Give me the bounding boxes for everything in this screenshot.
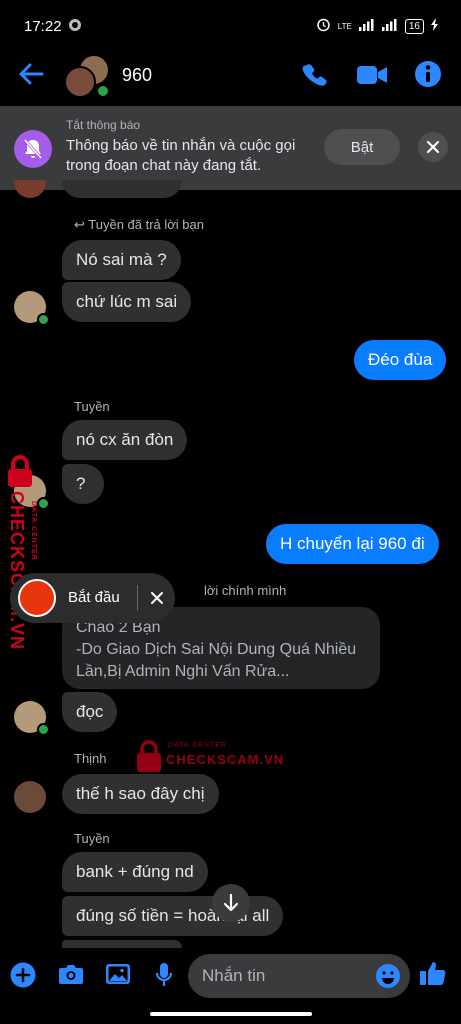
info-icon[interactable]	[414, 60, 442, 93]
chat-header: 960	[0, 52, 461, 98]
plus-icon[interactable]	[10, 962, 36, 993]
home-indicator	[150, 1012, 312, 1016]
phone-icon[interactable]	[302, 62, 328, 93]
message-bubble[interactable]: đúng số tiền = hoàn lại all	[62, 896, 284, 936]
bell-off-icon	[14, 130, 52, 168]
message-bubble[interactable]: ?	[62, 464, 104, 504]
online-indicator	[96, 84, 110, 98]
video-call-icon[interactable]	[356, 64, 388, 91]
sender-name: Tuyền	[74, 399, 110, 414]
avatar	[64, 66, 96, 98]
banner-title: Tắt thông báo	[66, 118, 141, 132]
arrow-down-icon	[223, 893, 239, 912]
reply-note: lời chính mình	[204, 583, 287, 598]
record-start-label[interactable]: Bắt đầu	[68, 589, 120, 606]
mute-banner: Tắt thông báo Thông báo về tin nhắn và c…	[0, 106, 461, 190]
alarm-icon	[316, 17, 331, 35]
status-bar: 17:22 LTE 16	[0, 0, 461, 52]
close-icon[interactable]	[146, 587, 168, 614]
record-button[interactable]	[18, 579, 56, 617]
composer	[0, 948, 461, 1004]
charging-icon	[431, 18, 439, 34]
microphone-icon[interactable]	[154, 962, 174, 993]
message-bubble[interactable]: đọc	[62, 692, 118, 732]
watermark-text: CHECKSCAM.VN	[166, 752, 285, 767]
online-indicator	[37, 723, 50, 736]
message-bubble[interactable]: nó cx ăn đòn	[62, 420, 188, 460]
watermark-small: DATA CENTER	[168, 742, 227, 749]
lock-icon	[8, 455, 32, 487]
message-bubble[interactable]: chứ lúc m sai	[62, 282, 192, 322]
avatar	[14, 781, 46, 813]
screen-recorder-pill[interactable]: Bắt đầu	[10, 573, 175, 623]
group-avatar[interactable]	[64, 54, 110, 98]
watermark-small: DATA CENTER	[30, 501, 37, 561]
status-time: 17:22	[24, 18, 62, 35]
camera-icon[interactable]	[58, 962, 84, 991]
back-arrow-icon[interactable]	[18, 62, 44, 91]
banner-text: Thông báo về tin nhắn và cuộc gọi trong …	[66, 137, 296, 174]
sender-name: Thịnh	[74, 751, 107, 766]
unmute-button[interactable]: Bật	[324, 129, 400, 165]
watermark-side: CHECKSCAM.VN DATA CENTER	[2, 455, 58, 655]
sender-name: Tuyền	[74, 831, 110, 846]
message-bubble-outgoing[interactable]: Đéo đùa	[354, 340, 447, 380]
gallery-icon[interactable]	[105, 962, 131, 991]
online-indicator	[37, 313, 50, 326]
app-notification-icon	[68, 18, 82, 37]
message-bubble-outgoing[interactable]: H chuyển lại 960 đi	[266, 524, 439, 564]
close-banner-button[interactable]	[418, 132, 448, 162]
network-type: LTE	[337, 21, 352, 31]
message-bubble-partial[interactable]	[62, 940, 182, 948]
avatar	[14, 180, 46, 198]
reply-note: ↩ Tuyền đã trả lời bạn	[74, 217, 204, 232]
watermark-text: CHECKSCAM.VN	[7, 491, 27, 651]
message-bubble[interactable]: thế h sao đây chị	[62, 774, 219, 814]
signal-icon-2	[381, 18, 398, 34]
like-icon[interactable]	[419, 959, 447, 992]
watermark-center: DATA CENTER CHECKSCAM.VN	[136, 740, 296, 776]
lock-icon	[137, 740, 161, 772]
chat-title[interactable]: 960	[122, 65, 152, 86]
scroll-to-bottom-button[interactable]	[212, 884, 250, 922]
emoji-icon[interactable]	[375, 963, 401, 994]
message-bubble[interactable]: bank + đúng nd	[62, 852, 208, 892]
signal-icon	[358, 18, 375, 34]
message-bubble[interactable]: Nó sai mà ?	[62, 240, 181, 280]
divider	[137, 585, 138, 611]
message-bubble-partial[interactable]	[62, 180, 182, 198]
close-icon	[427, 141, 439, 153]
battery-indicator: 16	[404, 18, 424, 34]
